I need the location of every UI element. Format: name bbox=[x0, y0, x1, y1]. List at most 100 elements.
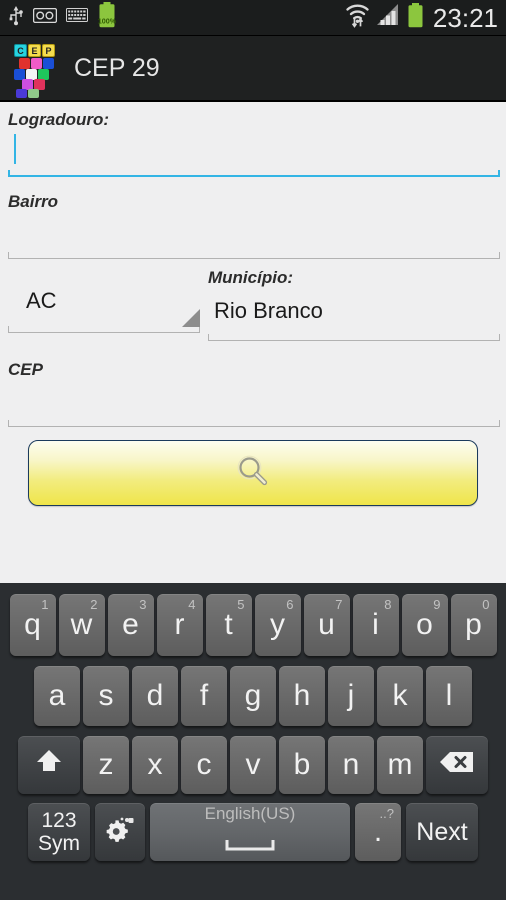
key-e-label: e bbox=[122, 608, 139, 641]
key-y[interactable]: 6y bbox=[254, 594, 301, 656]
underline-municipio bbox=[208, 334, 500, 341]
key-period[interactable]: ..? . bbox=[355, 803, 401, 861]
field-cep: CEP bbox=[8, 360, 500, 427]
soft-keyboard: 1q 2w 3e 4r 5t 6y 7u 8i 9o 0p a s d f g … bbox=[0, 583, 506, 900]
gear-icon bbox=[105, 813, 135, 851]
status-bar-left: 100% bbox=[8, 2, 117, 33]
key-u-sup: 7 bbox=[335, 597, 343, 612]
key-symbols[interactable]: 123 Sym bbox=[28, 803, 90, 861]
key-x[interactable]: x bbox=[132, 736, 178, 794]
key-y-label: y bbox=[270, 608, 285, 641]
key-w[interactable]: 2w bbox=[58, 594, 105, 656]
key-i-sup: 8 bbox=[384, 597, 392, 612]
key-n[interactable]: n bbox=[328, 736, 374, 794]
key-g[interactable]: g bbox=[230, 666, 276, 726]
input-municipio[interactable]: Rio Branco bbox=[208, 288, 500, 334]
input-municipio-value: Rio Branco bbox=[214, 298, 323, 323]
field-municipio: Município: Rio Branco bbox=[208, 268, 500, 341]
key-u[interactable]: 7u bbox=[303, 594, 350, 656]
key-t[interactable]: 5t bbox=[205, 594, 252, 656]
page-title: CEP 29 bbox=[74, 53, 160, 82]
search-button[interactable] bbox=[28, 440, 478, 506]
key-a[interactable]: a bbox=[34, 666, 80, 726]
cep-app-icon[interactable]: C E P bbox=[14, 44, 58, 98]
input-cep[interactable] bbox=[8, 380, 500, 420]
battery-percent-text: 100% bbox=[98, 17, 117, 26]
key-r-label: r bbox=[174, 608, 185, 641]
key-symbols-line2: Sym bbox=[38, 832, 80, 855]
key-backspace[interactable] bbox=[426, 736, 488, 794]
app-icon-tile bbox=[31, 58, 42, 69]
app-icon-letter-c: C bbox=[14, 44, 27, 57]
key-p-sup: 0 bbox=[482, 597, 490, 612]
shift-icon bbox=[34, 746, 64, 784]
label-cep: CEP bbox=[8, 360, 43, 379]
key-v[interactable]: v bbox=[230, 736, 276, 794]
key-space[interactable]: English(US) bbox=[150, 803, 350, 861]
keyboard-row-4: 123 Sym English(US) ..? . Next bbox=[3, 799, 503, 865]
status-bar-clock: 23:21 bbox=[432, 2, 498, 33]
key-e[interactable]: 3e bbox=[107, 594, 154, 656]
text-caret bbox=[14, 134, 16, 165]
key-o[interactable]: 9o bbox=[401, 594, 448, 656]
key-w-label: w bbox=[70, 608, 93, 641]
key-q[interactable]: 1q bbox=[9, 594, 56, 656]
input-bairro[interactable] bbox=[8, 212, 500, 252]
backspace-icon bbox=[439, 748, 475, 782]
key-next[interactable]: Next bbox=[406, 803, 478, 861]
key-q-sup: 1 bbox=[41, 597, 49, 612]
key-f[interactable]: f bbox=[181, 666, 227, 726]
key-shift[interactable] bbox=[18, 736, 80, 794]
key-symbols-line1: 123 bbox=[41, 809, 77, 832]
underline-logradouro bbox=[8, 170, 500, 177]
label-bairro: Bairro bbox=[8, 192, 59, 211]
wifi-icon bbox=[345, 2, 370, 33]
spinner-uf-value: AC bbox=[26, 288, 57, 313]
key-o-sup: 9 bbox=[433, 597, 441, 612]
underline-uf bbox=[8, 326, 200, 333]
key-i-label: i bbox=[372, 608, 379, 641]
app-icon-tile bbox=[16, 89, 27, 98]
key-b[interactable]: b bbox=[279, 736, 325, 794]
battery-icon bbox=[407, 2, 424, 33]
input-logradouro[interactable] bbox=[8, 130, 500, 170]
android-screen: 100% 23:21 C E P CEP 29 Logradouro: Bair… bbox=[0, 0, 506, 900]
key-r[interactable]: 4r bbox=[156, 594, 203, 656]
key-k[interactable]: k bbox=[377, 666, 423, 726]
app-icon-tile bbox=[19, 58, 30, 69]
action-bar: C E P CEP 29 bbox=[0, 36, 506, 102]
app-icon-letter-e: E bbox=[28, 44, 41, 57]
chevron-down-icon bbox=[182, 309, 200, 327]
keyboard-row-1: 1q 2w 3e 4r 5t 6y 7u 8i 9o 0p bbox=[3, 589, 503, 661]
key-t-sup: 5 bbox=[237, 597, 245, 612]
field-uf-spinner[interactable]: AC bbox=[8, 276, 200, 333]
app-icon-letter-p: P bbox=[42, 44, 55, 57]
key-i[interactable]: 8i bbox=[352, 594, 399, 656]
space-bar-icon bbox=[225, 826, 275, 860]
key-y-sup: 6 bbox=[286, 597, 294, 612]
signal-icon bbox=[376, 3, 401, 32]
key-c[interactable]: c bbox=[181, 736, 227, 794]
underline-cep bbox=[8, 420, 500, 427]
key-s[interactable]: s bbox=[83, 666, 129, 726]
magnifier-icon bbox=[235, 453, 271, 494]
key-m[interactable]: m bbox=[377, 736, 423, 794]
key-z[interactable]: z bbox=[83, 736, 129, 794]
key-e-sup: 3 bbox=[139, 597, 147, 612]
key-settings[interactable] bbox=[95, 803, 145, 861]
key-o-label: o bbox=[416, 608, 433, 641]
key-p[interactable]: 0p bbox=[450, 594, 497, 656]
key-period-sup: ..? bbox=[379, 806, 394, 821]
key-l[interactable]: l bbox=[426, 666, 472, 726]
key-r-sup: 4 bbox=[188, 597, 196, 612]
key-d[interactable]: d bbox=[132, 666, 178, 726]
usb-icon bbox=[8, 4, 24, 31]
key-h[interactable]: h bbox=[279, 666, 325, 726]
key-p-label: p bbox=[465, 608, 482, 641]
keyboard-icon bbox=[66, 8, 88, 27]
field-bairro: Bairro bbox=[8, 192, 500, 259]
voicemail-icon bbox=[32, 7, 58, 28]
field-logradouro: Logradouro: bbox=[8, 110, 500, 177]
key-j[interactable]: j bbox=[328, 666, 374, 726]
app-icon-tile bbox=[28, 89, 39, 98]
